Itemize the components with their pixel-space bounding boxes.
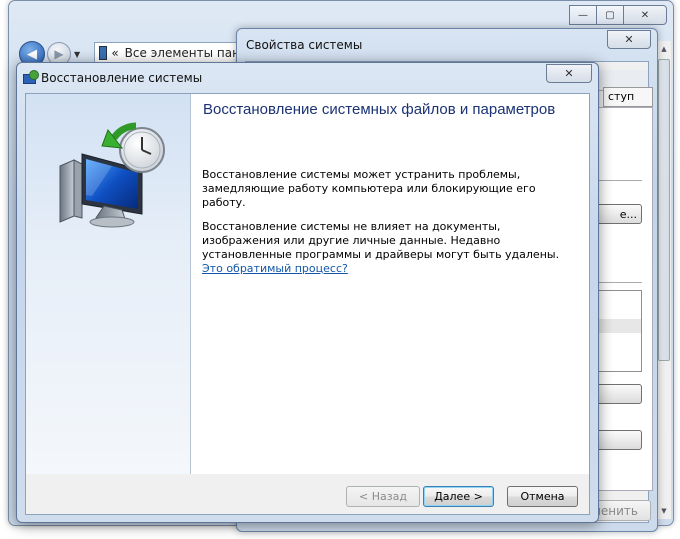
close-button[interactable]: ✕ xyxy=(623,5,667,25)
page-title: Восстановление системных файлов и параме… xyxy=(203,101,556,118)
scroll-up-icon[interactable]: ▲ xyxy=(657,41,671,57)
description-paragraph-2: Восстановление системы не влияет на доку… xyxy=(202,220,572,276)
cancel-button[interactable]: Отмена xyxy=(507,486,578,507)
scroll-down-icon[interactable]: ▼ xyxy=(657,503,671,519)
description-paragraph-1: Восстановление системы может устранить п… xyxy=(202,168,536,209)
window-title: Свойства системы xyxy=(246,38,363,52)
description-text: Восстановление системы не влияет на доку… xyxy=(202,220,560,261)
tab-remote-access[interactable]: ступ xyxy=(603,87,653,107)
wizard-footer: < Назад Далее > Отмена xyxy=(25,474,590,515)
vertical-scrollbar[interactable]: ▲ ▼ xyxy=(656,41,671,519)
scrollbar-thumb[interactable] xyxy=(658,59,670,361)
system-restore-window: Восстановление системы ✕ Восстановление … xyxy=(16,62,599,523)
settings-button[interactable]: е... xyxy=(594,204,642,224)
next-button[interactable]: Далее > xyxy=(423,486,494,507)
system-restore-icon xyxy=(23,70,39,85)
recent-pages-dropdown-icon[interactable]: ▼ xyxy=(74,50,80,59)
close-button[interactable]: ✕ xyxy=(607,30,651,49)
reversible-process-link[interactable]: Это обратимый процесс? xyxy=(202,262,348,275)
window-title: Восстановление системы xyxy=(41,71,203,85)
wizard-content: Восстановление системных файлов и параме… xyxy=(25,93,590,475)
minimize-button[interactable]: — xyxy=(569,5,597,25)
back-button[interactable]: < Назад xyxy=(346,486,420,507)
configure-button[interactable] xyxy=(594,384,642,404)
address-bar[interactable]: « Все элементы панел xyxy=(94,42,256,64)
window-caption-buttons: — ▢ ✕ xyxy=(569,5,667,25)
control-panel-icon xyxy=(99,46,108,60)
wizard-sidebar xyxy=(26,94,191,474)
system-restore-illustration-icon xyxy=(59,122,165,228)
breadcrumb-overflow-chevron[interactable]: « xyxy=(111,46,118,60)
wizard-main: Восстановление системных файлов и параме… xyxy=(191,94,589,474)
close-button[interactable]: ✕ xyxy=(546,64,592,83)
title-bar: Восстановление системы xyxy=(23,69,592,87)
create-button[interactable] xyxy=(594,430,642,450)
maximize-button[interactable]: ▢ xyxy=(596,5,624,25)
